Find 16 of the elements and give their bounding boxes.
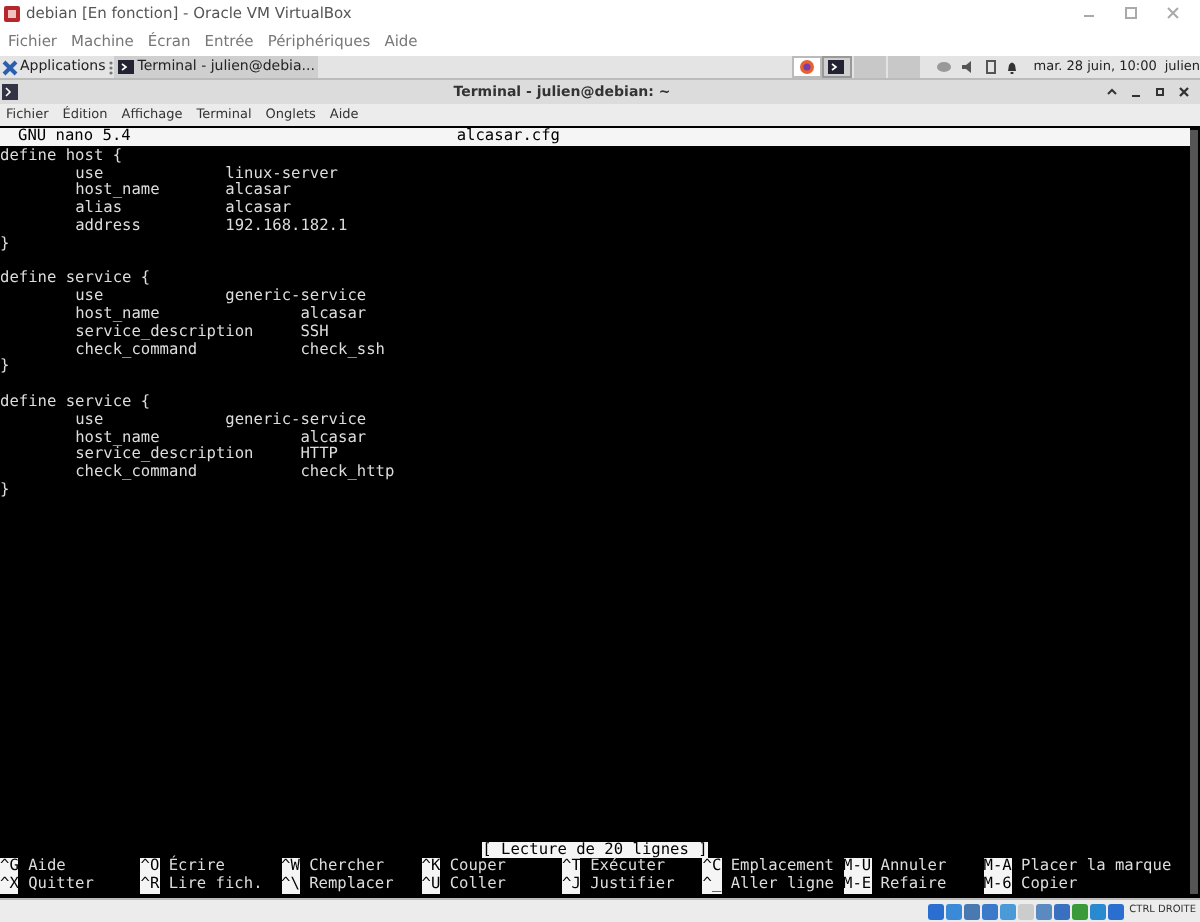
- scrollbar[interactable]: [1190, 130, 1198, 894]
- speaker-icon[interactable]: [961, 60, 976, 74]
- bell-icon[interactable]: [1005, 60, 1018, 74]
- browser-icon: [799, 60, 814, 74]
- shade-icon[interactable]: [1106, 86, 1118, 98]
- separator-handle-icon: [107, 59, 114, 75]
- browser-launcher[interactable]: [791, 56, 822, 78]
- maximize-icon[interactable]: [1154, 86, 1166, 98]
- app-menu-icon: [2, 59, 18, 75]
- terminal-icon: [117, 60, 134, 74]
- terminal-launcher[interactable]: [821, 56, 852, 78]
- terminal-icon: [828, 60, 845, 74]
- app-icon: [4, 5, 20, 21]
- close-icon[interactable]: [1178, 86, 1190, 98]
- terminal-icon: [2, 84, 18, 100]
- battery-icon[interactable]: [985, 60, 996, 74]
